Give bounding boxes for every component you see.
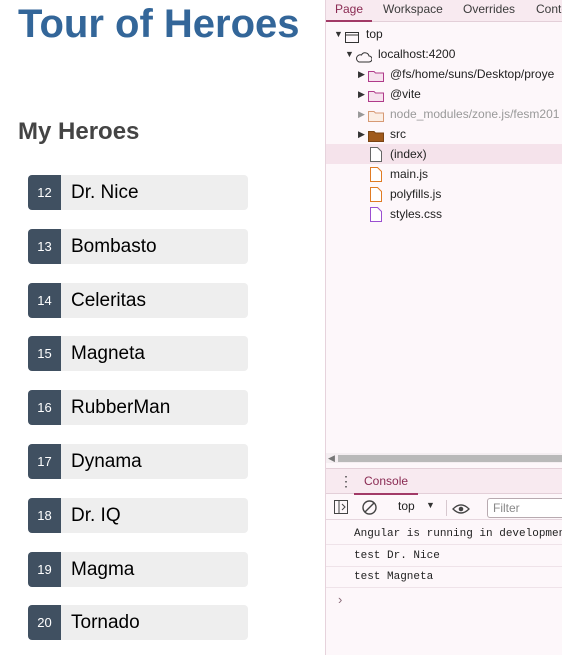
sidebar-toggle-icon[interactable] bbox=[334, 500, 348, 519]
tree-label: @fs/home/suns/Desktop/proye bbox=[390, 67, 555, 81]
hero-item[interactable]: 19 Magma bbox=[28, 551, 248, 587]
tree-item-file[interactable]: main.js bbox=[326, 164, 562, 184]
console-prompt[interactable]: › bbox=[338, 592, 342, 607]
drawer-tabbar: ⋮ Console bbox=[326, 468, 562, 495]
hero-item[interactable]: 15 Magneta bbox=[28, 336, 248, 372]
hero-item[interactable]: 13 Bombasto bbox=[28, 228, 248, 264]
hero-item[interactable]: 16 RubberMan bbox=[28, 390, 248, 426]
tree-item-folder[interactable]: ▶ node_modules/zone.js/fesm201 bbox=[326, 104, 562, 124]
hero-id-badge: 14 bbox=[28, 282, 61, 318]
tree-label: @vite bbox=[390, 87, 421, 101]
hero-item[interactable]: 12 Dr. Nice bbox=[28, 175, 248, 210]
tree-item-file[interactable]: polyfills.js bbox=[326, 184, 562, 204]
more-options-icon[interactable]: ⋮ bbox=[339, 474, 353, 488]
tree-item-file[interactable]: (index) bbox=[326, 144, 562, 164]
hero-id-badge: 13 bbox=[28, 228, 61, 264]
scroll-left-icon[interactable]: ◀ bbox=[328, 453, 335, 463]
hero-item[interactable]: 14 Celeritas bbox=[28, 282, 248, 318]
horizontal-scrollbar[interactable]: ◀ bbox=[326, 453, 562, 463]
chevron-right-icon: ▶ bbox=[358, 69, 365, 79]
tree-item-folder[interactable]: ▶ @vite bbox=[326, 84, 562, 104]
tree-label: node_modules/zone.js/fesm201 bbox=[390, 107, 560, 121]
console-toolbar: top ▼ bbox=[326, 496, 562, 520]
chevron-right-icon: ▶ bbox=[358, 129, 365, 139]
tree-item-folder[interactable]: ▶ @fs/home/suns/Desktop/proye bbox=[326, 64, 562, 84]
tab-console[interactable]: Console bbox=[354, 469, 419, 495]
hero-name: Tornado bbox=[71, 612, 140, 634]
hero-name: Dr. Nice bbox=[71, 182, 139, 203]
hero-id-badge: 15 bbox=[28, 336, 61, 372]
stylesheet-file-icon bbox=[370, 207, 382, 228]
tree-label: main.js bbox=[390, 167, 429, 181]
hero-item[interactable]: 17 Dynama bbox=[28, 443, 248, 479]
tab-contentscripts[interactable]: Conte bbox=[536, 0, 562, 22]
tree-label: styles.css bbox=[390, 207, 443, 221]
tree-item-folder[interactable]: ▶ src bbox=[326, 124, 562, 144]
console-message: test Magneta bbox=[326, 567, 562, 588]
chevron-right-icon: ▶ bbox=[358, 109, 365, 119]
hero-id-badge: 19 bbox=[28, 551, 61, 587]
sources-tabbar: Page Workspace Overrides Conte bbox=[326, 0, 562, 22]
chevron-right-icon: ▶ bbox=[358, 89, 365, 99]
tree-item-top[interactable]: ▼ top bbox=[326, 24, 562, 44]
hero-name: Celeritas bbox=[71, 289, 146, 311]
devtools-panel: Page Workspace Overrides Conte ▼ top ▼ l… bbox=[325, 0, 562, 655]
hero-id-badge: 20 bbox=[28, 605, 61, 641]
hero-id-badge: 16 bbox=[28, 390, 61, 426]
tree-label: (index) bbox=[390, 147, 427, 161]
hero-item[interactable]: 18 Dr. IQ bbox=[28, 497, 248, 533]
chevron-down-icon: ▼ bbox=[345, 49, 354, 59]
tree-label: polyfills.js bbox=[390, 187, 442, 201]
tree-label: top bbox=[366, 27, 383, 41]
hero-item[interactable]: 20 Tornado bbox=[28, 605, 248, 641]
hero-id-badge: 18 bbox=[28, 497, 61, 533]
chevron-down-icon[interactable]: ▼ bbox=[426, 500, 435, 510]
eye-icon[interactable] bbox=[452, 502, 470, 520]
chevron-down-icon: ▼ bbox=[334, 29, 343, 39]
hero-id-badge: 17 bbox=[28, 443, 61, 479]
filter-input[interactable] bbox=[487, 498, 562, 518]
tree-label: src bbox=[390, 127, 406, 141]
heroes-heading: My Heroes bbox=[18, 118, 140, 145]
tab-workspace[interactable]: Workspace bbox=[383, 0, 443, 22]
console-message: test Dr. Nice bbox=[326, 546, 562, 567]
clear-console-icon[interactable] bbox=[362, 500, 377, 520]
heroes-list: 12 Dr. Nice 13 Bombasto 14 Celeritas 15 Magn… bbox=[28, 175, 248, 655]
hero-name: Dynama bbox=[71, 450, 142, 472]
hero-name: RubberMan bbox=[71, 397, 171, 419]
tree-item-localhost[interactable]: ▼ localhost:4200 bbox=[326, 44, 562, 64]
hero-name: Bombasto bbox=[71, 235, 157, 257]
tab-overrides[interactable]: Overrides bbox=[463, 0, 515, 22]
hero-id-badge: 12 bbox=[28, 175, 61, 210]
hero-name: Dr. IQ bbox=[71, 504, 121, 526]
toolbar-divider bbox=[446, 500, 447, 516]
hero-name: Magma bbox=[71, 558, 135, 580]
scrollbar-thumb[interactable] bbox=[338, 455, 562, 462]
context-selector[interactable]: top bbox=[398, 499, 415, 513]
hero-name: Magneta bbox=[71, 343, 145, 365]
tree-label: localhost:4200 bbox=[378, 47, 456, 61]
tab-page[interactable]: Page bbox=[326, 0, 373, 22]
console-message: Angular is running in developmen bbox=[326, 524, 562, 545]
tree-item-file[interactable]: styles.css bbox=[326, 204, 562, 224]
app-title: Tour of Heroes bbox=[18, 2, 300, 46]
app-pane: Tour of Heroes My Heroes 12 Dr. Nice 13 Bo… bbox=[0, 0, 325, 655]
